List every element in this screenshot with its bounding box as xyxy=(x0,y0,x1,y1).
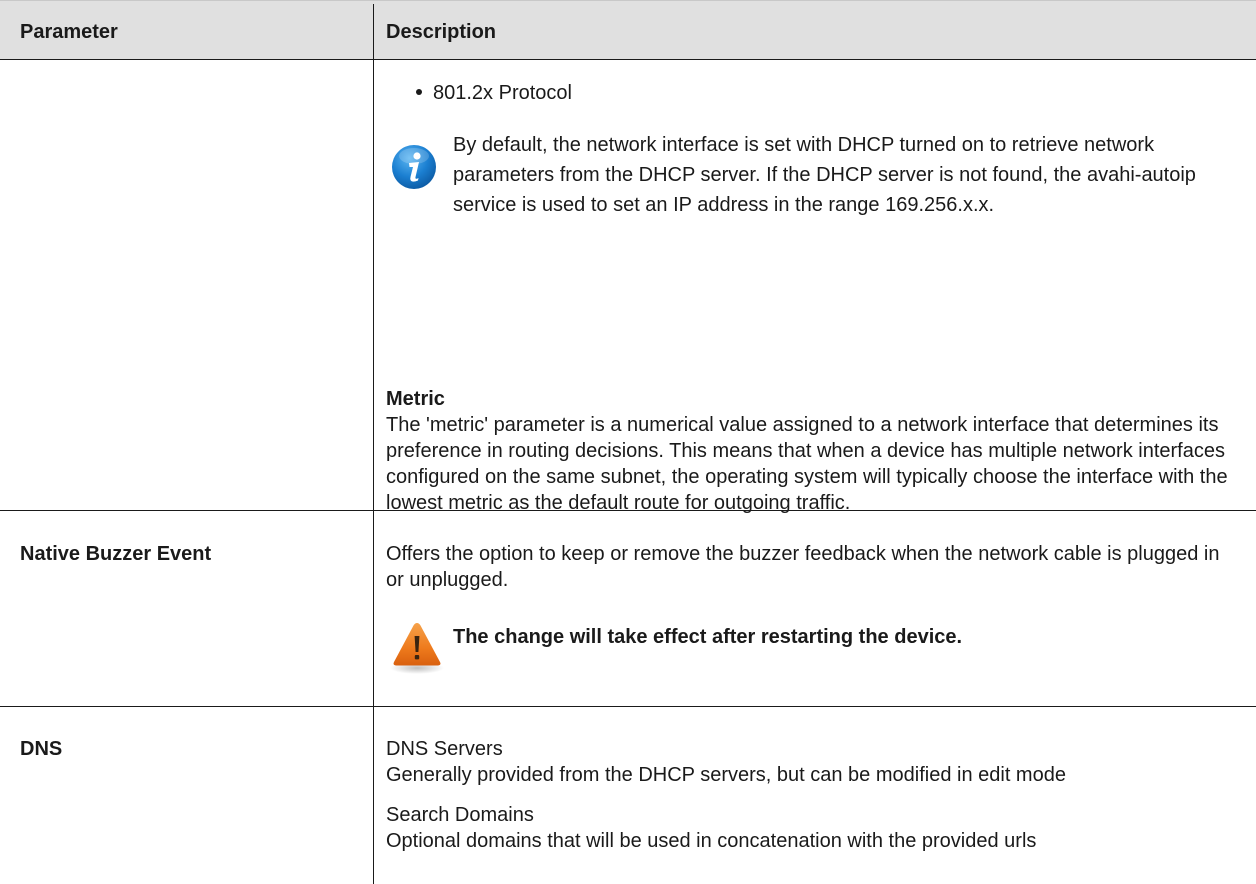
warning-text: The change will take effect after restar… xyxy=(453,626,963,648)
table-header-row: Parameter Description xyxy=(0,0,1256,60)
dns-servers-section: DNS Servers Generally provided from the … xyxy=(386,736,1236,788)
row-separator xyxy=(0,706,1256,707)
search-domains-title: Search Domains xyxy=(386,804,534,826)
row-separator xyxy=(0,510,1256,511)
warning-icon xyxy=(386,615,448,675)
param-dns: DNS xyxy=(20,738,63,760)
column-divider xyxy=(373,4,374,884)
dhcp-note-text: By default, the network interface is set… xyxy=(453,134,1196,216)
metric-description: The 'metric' parameter is a numerical va… xyxy=(386,414,1228,514)
bullet-text: 801.2x Protocol xyxy=(433,82,572,104)
param-native-buzzer-event: Native Buzzer Event xyxy=(20,543,212,565)
dns-servers-title: DNS Servers xyxy=(386,738,503,760)
parameter-table: Parameter Description 801.2x Protocol By… xyxy=(0,0,1256,884)
metric-section: Metric The 'metric' parameter is a numer… xyxy=(386,386,1236,516)
buzzer-description: Offers the option to keep or remove the … xyxy=(386,543,1220,591)
dns-servers-text: Generally provided from the DHCP servers… xyxy=(386,764,1066,786)
search-domains-text: Optional domains that will be used in co… xyxy=(386,830,1037,852)
bullet-item-protocol: 801.2x Protocol xyxy=(416,80,572,106)
search-domains-section: Search Domains Optional domains that wil… xyxy=(386,802,1236,854)
info-icon xyxy=(390,143,438,191)
header-description: Description xyxy=(386,21,497,43)
metric-heading: Metric xyxy=(386,388,445,410)
header-parameter: Parameter xyxy=(20,21,118,43)
bullet-dot xyxy=(416,88,422,95)
